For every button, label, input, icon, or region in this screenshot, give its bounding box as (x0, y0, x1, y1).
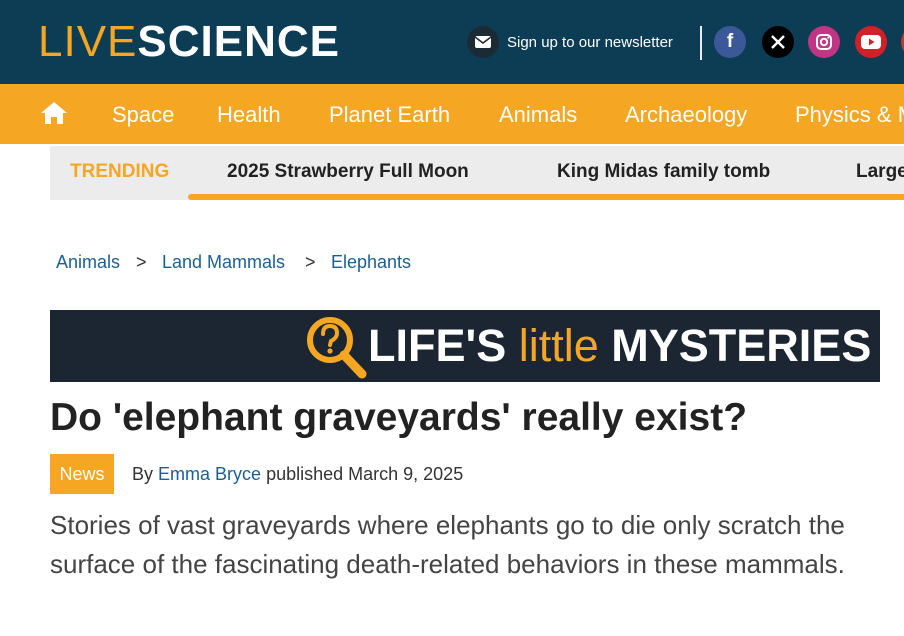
magnifier-question-icon (304, 314, 368, 385)
breadcrumb-land-mammals[interactable]: Land Mammals (162, 252, 285, 273)
nav-item-planet-earth[interactable]: Planet Earth (329, 101, 450, 129)
breadcrumb-separator: > (305, 252, 316, 272)
trending-item[interactable]: King Midas family tomb (557, 161, 770, 183)
byline-by: By (132, 464, 154, 484)
breadcrumb-elephants[interactable]: Elephants (331, 252, 411, 273)
main-nav: Space Health Planet Earth Animals Archae… (0, 84, 904, 144)
home-icon[interactable] (40, 100, 68, 131)
article-standfirst: Stories of vast graveyards where elephan… (50, 510, 845, 579)
newsletter-signup-link[interactable]: Sign up to our newsletter (467, 26, 673, 58)
article-headline: Do 'elephant graveyards' really exist? (50, 396, 748, 439)
trending-underline (188, 194, 904, 200)
banner-part-mysteries: MYSTERIES (611, 320, 872, 371)
banner-title: LIFE'S little MYSTERIES (368, 322, 871, 370)
nav-item-archaeology[interactable]: Archaeology (625, 101, 747, 129)
author-link[interactable]: Emma Bryce (158, 464, 261, 484)
instagram-icon[interactable] (808, 26, 840, 58)
mail-icon (467, 26, 499, 58)
nav-item-physics-math[interactable]: Physics & Math (795, 101, 904, 129)
newsletter-label: Sign up to our newsletter (507, 33, 673, 51)
publish-date: published March 9, 2025 (266, 464, 464, 484)
facebook-icon[interactable]: f (714, 26, 746, 58)
nav-item-animals[interactable]: Animals (499, 101, 577, 129)
youtube-icon[interactable] (855, 26, 887, 58)
logo-live: LIVE (38, 17, 138, 66)
news-badge[interactable]: News (50, 454, 114, 494)
x-icon[interactable] (762, 26, 794, 58)
breadcrumb-separator: > (136, 252, 147, 272)
nav-item-space[interactable]: Space (112, 101, 174, 129)
trending-item[interactable]: Large (856, 161, 904, 183)
nav-item-health[interactable]: Health (217, 101, 281, 129)
trending-bar: TRENDING 2025 Strawberry Full Moon King … (50, 146, 904, 200)
header-divider (700, 26, 702, 60)
trending-label: TRENDING (70, 161, 170, 182)
site-header: LIVESCIENCE Sign up to our newsletter f (0, 0, 904, 84)
trending-item[interactable]: 2025 Strawberry Full Moon (227, 161, 469, 183)
banner-part-lifes: LIFE'S (368, 320, 507, 371)
breadcrumb-animals[interactable]: Animals (56, 252, 120, 273)
logo-science: SCIENCE (137, 17, 340, 66)
banner-part-little: little (518, 320, 599, 371)
byline: By Emma Bryce published March 9, 2025 (132, 464, 463, 485)
lifes-little-mysteries-banner[interactable]: LIFE'S little MYSTERIES (50, 310, 880, 382)
site-logo[interactable]: LIVESCIENCE (38, 20, 340, 64)
